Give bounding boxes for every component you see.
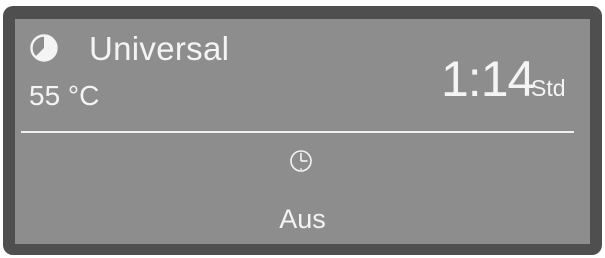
remaining-time: 1:14 [441, 51, 535, 107]
clock-icon [289, 149, 313, 173]
remaining-time-unit: Std [531, 75, 566, 101]
program-name: Universal [89, 30, 230, 67]
temperature-readout: 55 °C [29, 80, 100, 111]
control-panel-display: Universal 55 °C 1:14 Std Aus [15, 19, 590, 244]
divider [21, 131, 574, 133]
start-delay-status[interactable]: Aus [15, 203, 590, 235]
program-progress-icon [29, 33, 59, 63]
